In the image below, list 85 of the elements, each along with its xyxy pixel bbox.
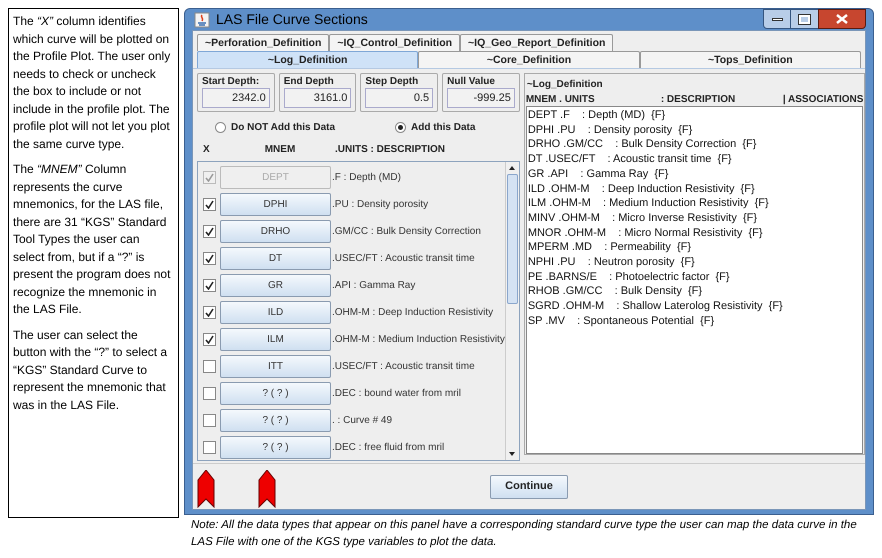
log-line: SGRD .OHM-M : Shallow Laterolog Resistivity {F} [528, 299, 784, 314]
checkbox[interactable] [203, 387, 216, 400]
close-icon [836, 14, 848, 24]
log-line: ILD .OHM-M : Deep Induction Resistivity {F} [528, 182, 756, 196]
scrollbar[interactable] [504, 162, 519, 460]
radio-option[interactable]: Add this Data [395, 120, 476, 134]
log-line: DPHI .PU : Density porosity {F} [528, 122, 694, 138]
mnemonic-button[interactable]: ITT [220, 355, 331, 378]
log-text-area[interactable] [526, 106, 864, 454]
arrow-drawing [197, 470, 215, 508]
log-line: MPERM .MD : Permeability {F} [528, 240, 692, 256]
curve-description: .GM/CC : Bulk Density Correction [332, 225, 481, 239]
field-label: End Depth [284, 75, 335, 88]
column-header: MNEM [264, 142, 296, 156]
curve-description: .DEC : bound water from mril [332, 387, 461, 401]
mnemonic-button[interactable]: GR [220, 274, 331, 297]
column-header: | ASSOCIATIONS [782, 92, 864, 106]
field-label: Null Value [447, 75, 496, 88]
column-header: .UNITS : DESCRIPTION [335, 142, 446, 156]
mnemonic-button[interactable]: ILM [220, 328, 331, 351]
log-line: MNOR .OHM-M : Micro Normal Resistivity {F} [528, 226, 764, 240]
panel-title: ~Log_Definition [526, 78, 604, 92]
mnemonic-button[interactable]: ? ( ? ) [220, 409, 331, 432]
help-paragraph: The “X” column identifies which curve will be plotted on the Profile Plot. The user only needs to check or uncheck the box to include or not include in the profile plot. The profile plot will not let you plot the same curve type. [13, 13, 172, 152]
log-line: PE .BARNS/E : Photoelectric factor {F} [528, 270, 731, 284]
help-paragraph: The user can select the button with the “?” to select a “KGS” Standard Curve to represent the mnemonic that was in the LAS File. [13, 326, 168, 414]
log-line: RHOB .GM/CC : Bulk Density {F} [528, 284, 704, 300]
continue-button[interactable]: Continue [490, 474, 568, 498]
window-title: LAS File Curve Sections [216, 10, 368, 29]
checkbox[interactable] [203, 360, 216, 373]
curve-description: .API : Gamma Ray [332, 279, 416, 293]
mnemonic-button[interactable]: DPHI [220, 193, 331, 216]
minimize-button[interactable] [763, 9, 791, 29]
field-label: Start Depth: [202, 75, 260, 88]
checkbox[interactable] [203, 414, 216, 427]
tab[interactable]: ~Perforation_Definition [197, 34, 330, 51]
column-header: MNEM . UNITS [526, 92, 596, 106]
log-line: DRHO .GM/CC : Bulk Density Correction {F} [528, 137, 758, 152]
tab[interactable]: ~IQ_Control_Definition [329, 34, 460, 51]
curve-description: .USEC/FT : Acoustic transit time [332, 360, 475, 374]
mnemonic-button[interactable]: ? ( ? ) [220, 436, 331, 459]
checkbox[interactable] [203, 333, 216, 346]
maximize-button[interactable] [791, 9, 818, 29]
number-field[interactable]: 0.5 [365, 88, 434, 108]
curve-description: .USEC/FT : Acoustic transit time [332, 252, 475, 266]
column-header: : DESCRIPTION [660, 92, 736, 106]
mnemonic-button[interactable]: DRHO [220, 220, 331, 243]
help-paragraph: The “MNEM” Column represents the curve mnemonics, for the LAS file, there are 31 “KGS” Standard Tool Types the user can select from, but if a “?” is present the program does not recognize the mnemonic in the LAS File. [13, 161, 172, 318]
tab[interactable]: ~Log_Definition [197, 51, 418, 68]
curve-description: .OHM-M : Medium Induction Resistivity [332, 333, 505, 347]
scroll-thumb[interactable] [506, 174, 518, 304]
tab[interactable]: ~IQ_Geo_Report_Definition [460, 34, 614, 51]
curve-description: .F : Depth (MD) [332, 171, 401, 185]
number-field[interactable]: -999.25 [447, 88, 515, 108]
curve-description: .PU : Density porosity [332, 198, 428, 212]
checkbox[interactable] [203, 441, 216, 454]
mnemonic-button[interactable]: DT [220, 247, 331, 270]
curve-description: .DEC : free fluid from mril [332, 441, 444, 455]
curve-description: . : Curve # 49 [332, 414, 392, 428]
tab[interactable]: ~Tops_Definition [640, 51, 861, 68]
log-line: SP .MV : Spontaneous Potential {F} [528, 314, 716, 329]
log-line: NPHI .PU : Neutron porosity {F} [528, 255, 696, 270]
log-line: DT .USEC/FT : Acoustic transit time {F} [528, 152, 733, 167]
note-text: Note: All the data types that appear on this panel have a corresponding standard curve type the user can map the data curve in the LAS File with one of the KGS type variables to plot the data. [191, 518, 858, 550]
number-field[interactable]: 3161.0 [284, 88, 352, 108]
checkbox[interactable] [203, 198, 216, 211]
column-header: X [202, 142, 211, 156]
app-icon [194, 12, 210, 28]
checkbox[interactable] [203, 252, 216, 265]
checkbox[interactable] [203, 225, 216, 238]
log-line: ILM .OHM-M : Medium Induction Resistivity {F} [528, 196, 770, 211]
mnemonic-button[interactable]: ILD [220, 301, 331, 324]
checkbox[interactable] [203, 306, 216, 319]
number-field[interactable]: 2342.0 [202, 88, 270, 108]
radio-option[interactable]: Do NOT Add this Data [215, 120, 395, 134]
close-button[interactable] [818, 9, 866, 29]
tab[interactable]: ~Core_Definition [418, 51, 640, 68]
checkbox[interactable] [203, 279, 216, 292]
log-line: GR .API : Gamma Ray {F} [528, 166, 670, 182]
field-label: Step Depth [365, 75, 420, 88]
log-line: DEPT .F : Depth (MD) {F} [528, 108, 666, 123]
mnemonic-button[interactable]: ? ( ? ) [220, 382, 331, 405]
curve-description: .OHM-M : Deep Induction Resistivity [332, 306, 494, 320]
log-line: MINV .OHM-M : Micro Inverse Resistivity {F} [528, 210, 758, 226]
arrow-drawing [258, 470, 276, 508]
